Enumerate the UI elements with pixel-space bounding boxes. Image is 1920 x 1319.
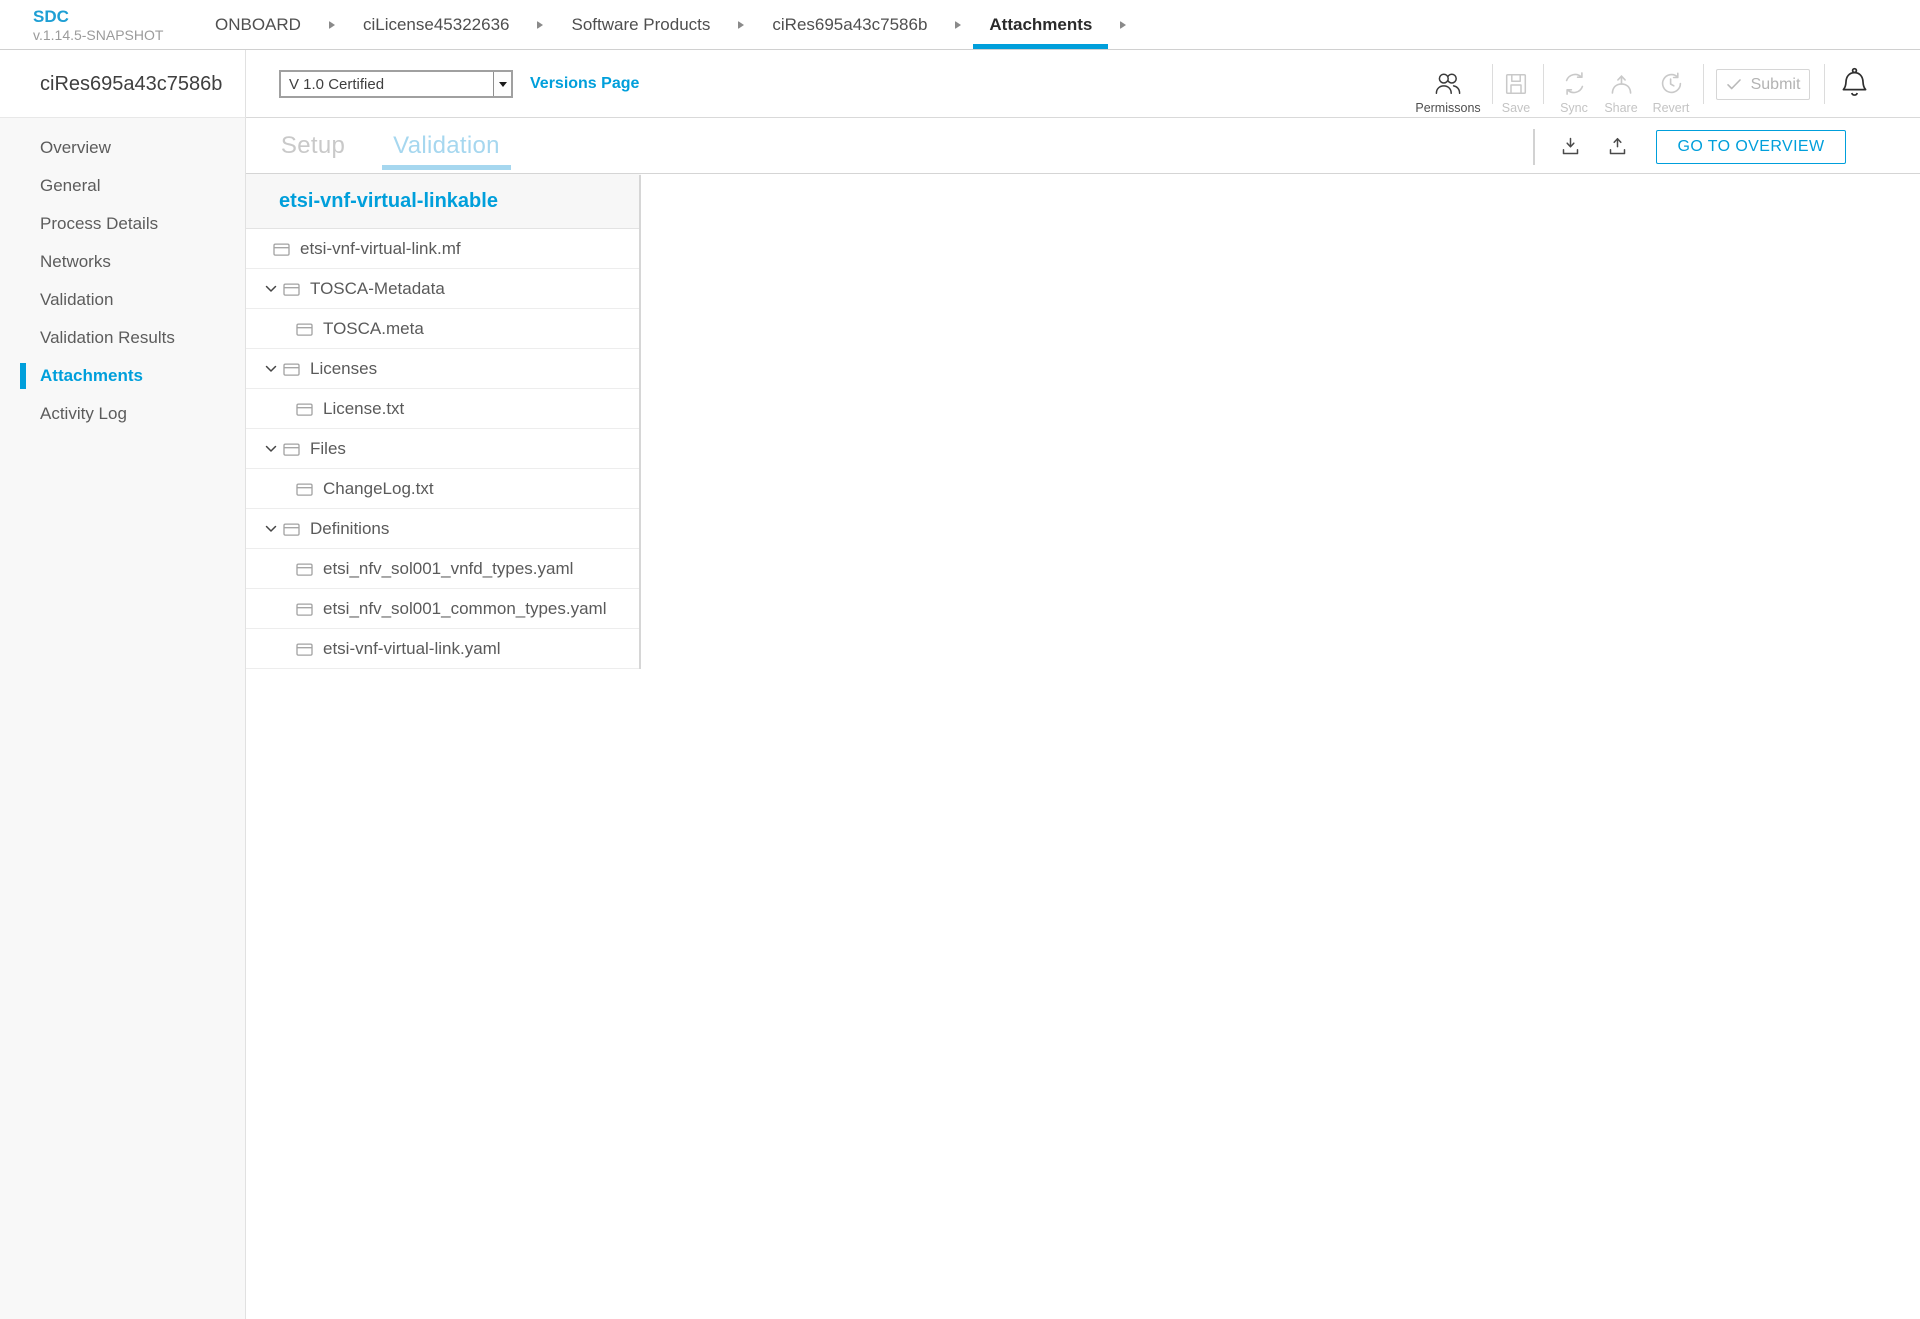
versions-page-link[interactable]: Versions Page bbox=[530, 75, 639, 93]
tree-node-files[interactable]: Files bbox=[246, 429, 641, 469]
version-select[interactable]: V 1.0 Certified bbox=[279, 70, 513, 98]
sidebar-item-networks[interactable]: Networks bbox=[0, 243, 245, 281]
tab-validation[interactable]: Validation bbox=[382, 118, 511, 173]
divider bbox=[1543, 64, 1544, 104]
folder-icon bbox=[296, 642, 313, 656]
attachments-tree-panel: etsi-vnf-virtual-linkable etsi-vnf-virtu… bbox=[246, 174, 641, 669]
tree-node-changelog[interactable]: ChangeLog.txt bbox=[246, 469, 641, 509]
top-nav-bar: SDC v.1.14.5-SNAPSHOT ONBOARD ciLicense4… bbox=[0, 0, 1920, 50]
tree-node-mf-file[interactable]: etsi-vnf-virtual-link.mf bbox=[246, 229, 641, 269]
version-select-value: V 1.0 Certified bbox=[281, 76, 493, 93]
sidebar-item-overview[interactable]: Overview bbox=[0, 129, 245, 167]
folder-icon bbox=[296, 562, 313, 576]
breadcrumb-item-onboard[interactable]: ONBOARD bbox=[213, 0, 303, 49]
sidebar-item-general[interactable]: General bbox=[0, 167, 245, 205]
sidebar-item-validation[interactable]: Validation bbox=[0, 281, 245, 319]
breadcrumb: ONBOARD ciLicense45322636 Software Produ… bbox=[213, 0, 1152, 49]
divider bbox=[1824, 64, 1825, 104]
folder-icon bbox=[283, 282, 300, 296]
notifications-button[interactable] bbox=[1839, 67, 1870, 99]
folder-icon bbox=[283, 522, 300, 536]
folder-icon bbox=[296, 402, 313, 416]
entity-title: ciRes695a43c7586b bbox=[40, 73, 222, 96]
breadcrumb-item-license[interactable]: ciLicense45322636 bbox=[361, 0, 512, 49]
caret-right-icon bbox=[955, 21, 961, 29]
folder-icon bbox=[273, 242, 290, 256]
sdc-app: SDC v.1.14.5-SNAPSHOT ONBOARD ciLicense4… bbox=[0, 0, 1920, 1319]
chevron-down-icon[interactable] bbox=[265, 285, 277, 293]
sync-button[interactable]: Sync bbox=[1551, 69, 1597, 115]
sync-label: Sync bbox=[1560, 101, 1588, 115]
tree-scrollbar[interactable] bbox=[639, 175, 641, 669]
save-icon bbox=[1503, 69, 1529, 98]
tree-node-tosca-meta[interactable]: TOSCA.meta bbox=[246, 309, 641, 349]
chevron-down-icon[interactable] bbox=[265, 525, 277, 533]
breadcrumb-item-software-products[interactable]: Software Products bbox=[569, 0, 712, 49]
divider bbox=[1533, 129, 1535, 165]
chevron-down-icon[interactable] bbox=[265, 365, 277, 373]
tree-node-common-types[interactable]: etsi_nfv_sol001_common_types.yaml bbox=[246, 589, 641, 629]
upload-button[interactable] bbox=[1601, 131, 1633, 161]
bell-icon bbox=[1839, 67, 1870, 99]
attachments-tabbar: Setup Validation GO bbox=[246, 118, 1920, 174]
share-label: Share bbox=[1604, 101, 1637, 115]
caret-right-icon bbox=[537, 21, 543, 29]
caret-right-icon bbox=[738, 21, 744, 29]
caret-right-icon bbox=[1120, 21, 1126, 29]
tree-node-virtual-link-yaml[interactable]: etsi-vnf-virtual-link.yaml bbox=[246, 629, 641, 669]
folder-icon bbox=[296, 482, 313, 496]
entity-title-panel: ciRes695a43c7586b bbox=[0, 50, 246, 117]
tree-node-definitions[interactable]: Definitions bbox=[246, 509, 641, 549]
tree-header: etsi-vnf-virtual-linkable bbox=[246, 174, 641, 229]
version-header: V 1.0 Certified Versions Page Permissons bbox=[246, 50, 1920, 118]
sdc-version-text: v.1.14.5-SNAPSHOT bbox=[33, 27, 163, 44]
sidebar-item-attachments[interactable]: Attachments bbox=[0, 357, 245, 395]
upload-icon bbox=[1605, 136, 1630, 157]
folder-icon bbox=[296, 602, 313, 616]
sidebar: Overview General Process Details Network… bbox=[0, 117, 246, 1319]
sidebar-item-validation-results[interactable]: Validation Results bbox=[0, 319, 245, 357]
folder-icon bbox=[296, 322, 313, 336]
sdc-logo-title: SDC bbox=[33, 7, 163, 27]
submit-button[interactable]: Submit bbox=[1716, 69, 1810, 100]
breadcrumb-item-resource[interactable]: ciRes695a43c7586b bbox=[770, 0, 929, 49]
folder-icon bbox=[283, 362, 300, 376]
tree-root-title: etsi-vnf-virtual-linkable bbox=[279, 190, 498, 213]
tree-node-vnfd-types[interactable]: etsi_nfv_sol001_vnfd_types.yaml bbox=[246, 549, 641, 589]
share-icon bbox=[1608, 69, 1635, 98]
sidebar-item-process-details[interactable]: Process Details bbox=[0, 205, 245, 243]
download-icon bbox=[1558, 136, 1583, 157]
sync-icon bbox=[1561, 69, 1588, 98]
revert-icon bbox=[1658, 69, 1685, 98]
sdc-logo[interactable]: SDC v.1.14.5-SNAPSHOT bbox=[33, 7, 163, 43]
breadcrumb-item-attachments[interactable]: Attachments bbox=[987, 0, 1094, 49]
revert-label: Revert bbox=[1653, 101, 1690, 115]
check-icon bbox=[1726, 78, 1742, 91]
permissions-icon bbox=[1433, 69, 1463, 98]
tree-node-tosca-metadata[interactable]: TOSCA-Metadata bbox=[246, 269, 641, 309]
go-to-overview-button[interactable]: GO TO OVERVIEW bbox=[1656, 130, 1846, 164]
share-button[interactable]: Share bbox=[1598, 69, 1644, 115]
caret-right-icon bbox=[329, 21, 335, 29]
submit-label: Submit bbox=[1751, 76, 1801, 94]
chevron-down-icon[interactable] bbox=[265, 445, 277, 453]
permissions-label: Permissons bbox=[1415, 101, 1480, 115]
sidebar-item-activity-log[interactable]: Activity Log bbox=[0, 395, 245, 433]
divider bbox=[1703, 64, 1704, 104]
folder-icon bbox=[283, 442, 300, 456]
tree-node-licenses[interactable]: Licenses bbox=[246, 349, 641, 389]
save-button[interactable]: Save bbox=[1493, 69, 1539, 115]
select-arrow-icon[interactable] bbox=[493, 72, 511, 96]
download-button[interactable] bbox=[1554, 131, 1586, 161]
save-label: Save bbox=[1502, 101, 1531, 115]
tree-node-license-txt[interactable]: License.txt bbox=[246, 389, 641, 429]
permissions-button[interactable]: Permissons bbox=[1419, 69, 1477, 115]
tab-setup[interactable]: Setup bbox=[263, 118, 363, 173]
revert-button[interactable]: Revert bbox=[1648, 69, 1694, 115]
